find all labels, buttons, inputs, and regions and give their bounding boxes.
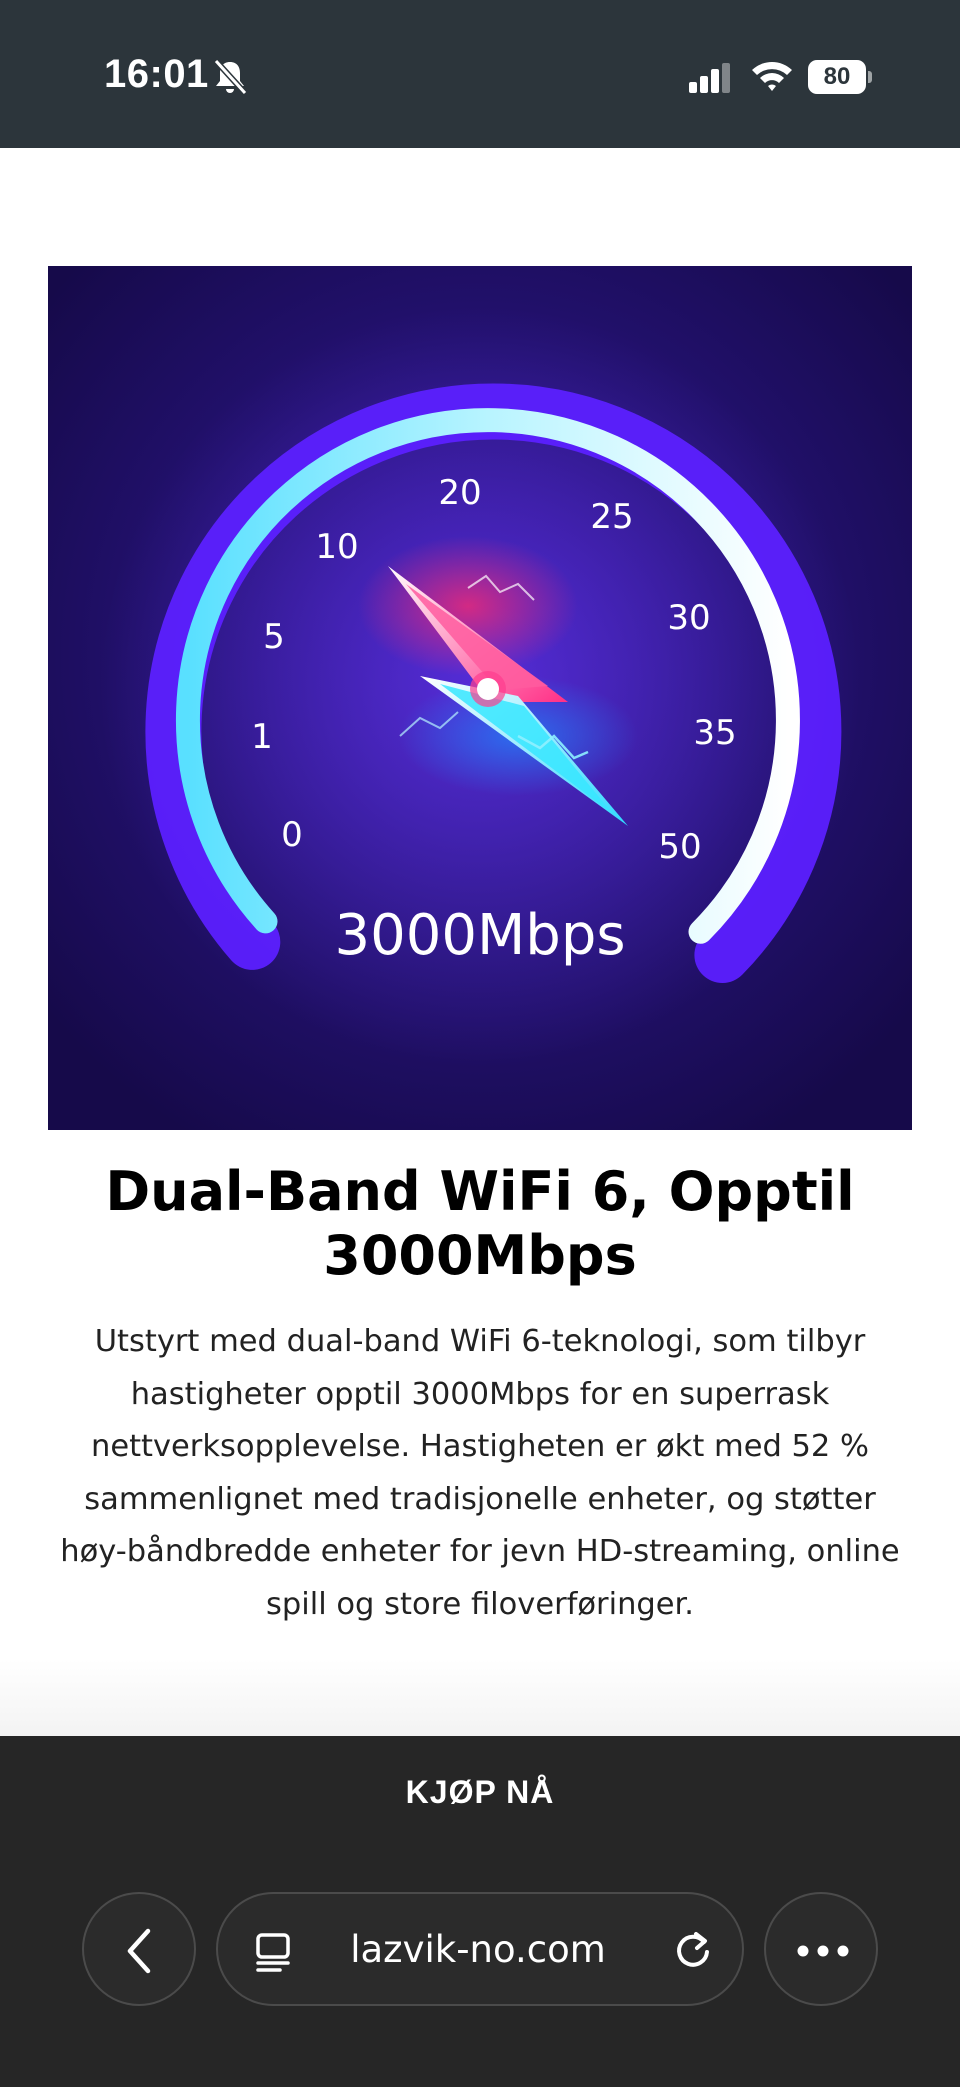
- battery-icon: 80: [808, 60, 872, 94]
- gauge-label-20: 20: [438, 473, 481, 513]
- address-bar[interactable]: lazvik-no.com: [216, 1892, 744, 2006]
- status-time: 16:01: [104, 52, 209, 96]
- status-bar: 16:01 80: [0, 0, 960, 148]
- section-divider: [0, 1660, 960, 1736]
- buy-now-button[interactable]: KJØP NÅ: [0, 1774, 960, 1811]
- chevron-left-icon: [127, 1928, 151, 1974]
- gauge-label-25: 25: [590, 497, 633, 537]
- gauge-label-0: 0: [281, 815, 303, 855]
- speedometer-image: 0 1 5 10 20 25 30 35 50 3000Mbps: [48, 266, 912, 1130]
- gauge-label-10: 10: [315, 527, 358, 567]
- gauge-speed-label: 3000Mbps: [334, 903, 625, 968]
- url-text: lazvik-no.com: [350, 1928, 606, 1971]
- gauge-label-35: 35: [693, 713, 736, 753]
- more-button[interactable]: [764, 1892, 878, 2006]
- bell-slash-icon: [213, 58, 248, 96]
- feature-title: Dual-Band WiFi 6, Opptil 3000Mbps: [105, 1160, 855, 1287]
- wifi-icon: [752, 62, 792, 91]
- feature-description: Utstyrt med dual-band WiFi 6-teknologi, …: [60, 1324, 900, 1622]
- gauge-label-5: 5: [263, 617, 285, 657]
- gauge-label-30: 30: [667, 598, 710, 638]
- more-icon: [797, 1945, 849, 1957]
- tab-view-icon: [256, 1933, 290, 1972]
- reload-icon[interactable]: [672, 1930, 714, 1972]
- back-button[interactable]: [82, 1892, 196, 2006]
- cellular-signal-icon: [689, 63, 730, 93]
- gauge-label-50: 50: [658, 827, 701, 867]
- gauge-label-1: 1: [251, 717, 273, 757]
- battery-level: 80: [823, 63, 851, 90]
